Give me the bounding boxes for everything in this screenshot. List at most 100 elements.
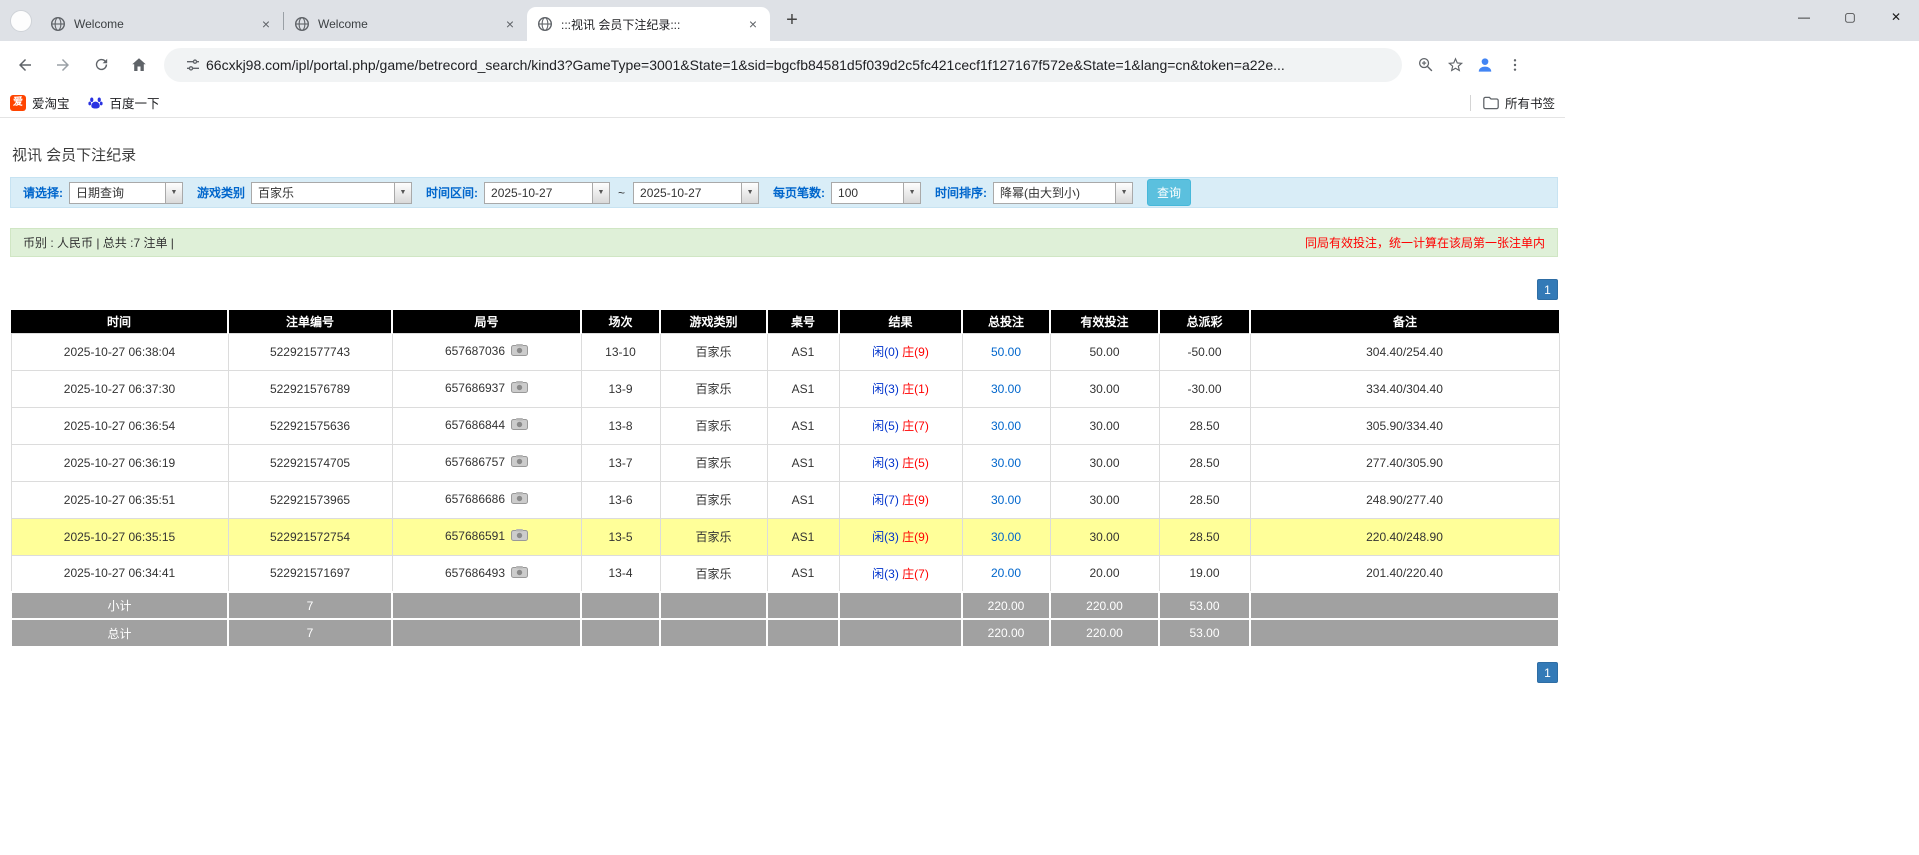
total-bet-link[interactable]: 30.00 [991,382,1021,396]
game-type-input[interactable] [251,182,394,204]
date-to-input[interactable] [633,182,741,204]
video-snapshot-icon[interactable] [511,418,528,433]
cell-time: 2025-10-27 06:35:51 [11,481,228,518]
search-button[interactable]: 查询 [1147,179,1191,206]
cell-note: 201.40/220.40 [1250,555,1559,592]
baidu-favicon-icon [88,95,104,111]
total-count: 7 [228,619,392,646]
video-snapshot-icon[interactable] [511,492,528,507]
tab-title: Welcome [74,17,251,31]
cell-bet-id: 522921577743 [228,333,392,370]
cell-round-id: 657686591 [392,518,581,555]
bookmark-star-icon[interactable] [1442,52,1468,78]
bookmark-aitaobao[interactable]: 爱 爱淘宝 [10,93,70,112]
total-bet-link[interactable]: 30.00 [991,493,1021,507]
chevron-down-icon[interactable]: ▼ [903,182,921,204]
result-player: 闲(0) [872,345,899,359]
cell-bet-id: 522921574705 [228,444,392,481]
minimize-button[interactable]: — [1781,0,1827,34]
profile-avatar-icon[interactable] [1472,52,1498,78]
bookmarks-separator [1470,95,1471,111]
new-tab-button[interactable]: + [778,7,806,35]
result-player: 闲(7) [872,493,899,507]
total-bet-link[interactable]: 30.00 [991,456,1021,470]
tab-welcome-2[interactable]: Welcome × [284,7,527,41]
forward-icon[interactable] [46,48,80,82]
tab-close-icon[interactable]: × [257,15,275,33]
tab-close-icon[interactable]: × [501,15,519,33]
cell-note: 304.40/254.40 [1250,333,1559,370]
subtotal-payout: 53.00 [1159,592,1250,619]
cell-table-no: AS1 [767,481,839,518]
sort-input[interactable] [993,182,1115,204]
chevron-down-icon[interactable]: ▼ [1115,182,1133,204]
page-size-input[interactable] [831,182,903,204]
total-bet-link[interactable]: 30.00 [991,419,1021,433]
video-snapshot-icon[interactable] [511,455,528,470]
all-bookmarks-button[interactable]: 所有书签 [1483,93,1555,112]
result-banker: 庄(9) [902,493,929,507]
query-type-combobox[interactable]: ▼ [69,182,183,204]
url-text[interactable]: 66cxkj98.com/ipl/portal.php/game/betreco… [206,57,1392,73]
cell-table-no: AS1 [767,555,839,592]
tab-search-button[interactable] [10,10,32,32]
reload-icon[interactable] [84,48,118,82]
date-from-combobox[interactable]: ▼ [484,182,610,204]
video-snapshot-icon[interactable] [511,344,528,359]
cell-valid-bet: 50.00 [1050,333,1159,370]
chevron-down-icon[interactable]: ▼ [165,182,183,204]
select-label: 请选择: [23,184,63,201]
chevron-down-icon[interactable]: ▼ [394,182,412,204]
cell-round-id: 657686937 [392,370,581,407]
page-size-combobox[interactable]: ▼ [831,182,921,204]
game-type-label: 游戏类别 [197,184,245,201]
bookmark-baidu[interactable]: 百度一下 [88,93,160,112]
cell-table-no: AS1 [767,333,839,370]
tab-betrecord-active[interactable]: :::视讯 会员下注纪录::: × [527,7,770,41]
total-bet-link[interactable]: 20.00 [991,566,1021,580]
address-bar[interactable]: 66cxkj98.com/ipl/portal.php/game/betreco… [164,48,1402,82]
chevron-down-icon[interactable]: ▼ [592,182,610,204]
date-from-input[interactable] [484,182,592,204]
back-icon[interactable] [8,48,42,82]
tab-close-icon[interactable]: × [744,15,762,33]
query-type-input[interactable] [69,182,165,204]
table-row: 2025-10-27 06:35:51522921573965657686686… [11,481,1559,518]
maximize-button[interactable]: ▢ [1827,0,1873,34]
cell-total-bet: 50.00 [962,333,1050,370]
game-type-combobox[interactable]: ▼ [251,182,412,204]
home-icon[interactable] [122,48,156,82]
cell-result: 闲(3) 庄(7) [839,555,962,592]
date-to-combobox[interactable]: ▼ [633,182,759,204]
total-bet-link[interactable]: 50.00 [991,345,1021,359]
subtotal-total-bet: 220.00 [962,592,1050,619]
subtotal-label: 小计 [11,592,228,619]
cell-note: 248.90/277.40 [1250,481,1559,518]
video-snapshot-icon[interactable] [511,566,528,581]
cell-payout: 28.50 [1159,407,1250,444]
all-bookmarks-label: 所有书签 [1505,93,1555,112]
total-bet-link[interactable]: 30.00 [991,530,1021,544]
page-1-button[interactable]: 1 [1537,279,1558,300]
chevron-down-icon[interactable]: ▼ [741,182,759,204]
sort-combobox[interactable]: ▼ [993,182,1133,204]
globe-favicon-icon [537,16,553,32]
bookmark-label: 爱淘宝 [32,93,70,112]
page-1-button[interactable]: 1 [1537,662,1558,683]
site-info-tune-icon[interactable] [180,52,206,78]
cell-result: 闲(3) 庄(9) [839,518,962,555]
menu-dots-icon[interactable] [1502,52,1528,78]
close-button[interactable]: ✕ [1873,0,1919,34]
cell-time: 2025-10-27 06:38:04 [11,333,228,370]
result-player: 闲(3) [872,456,899,470]
globe-favicon-icon [294,16,310,32]
zoom-icon[interactable] [1412,52,1438,78]
video-snapshot-icon[interactable] [511,529,528,544]
video-snapshot-icon[interactable] [511,381,528,396]
cell-session: 13-4 [581,555,660,592]
tab-welcome-1[interactable]: Welcome × [40,7,283,41]
cell-table-no: AS1 [767,370,839,407]
cell-table-no: AS1 [767,518,839,555]
cell-note: 305.90/334.40 [1250,407,1559,444]
cell-total-bet: 30.00 [962,481,1050,518]
